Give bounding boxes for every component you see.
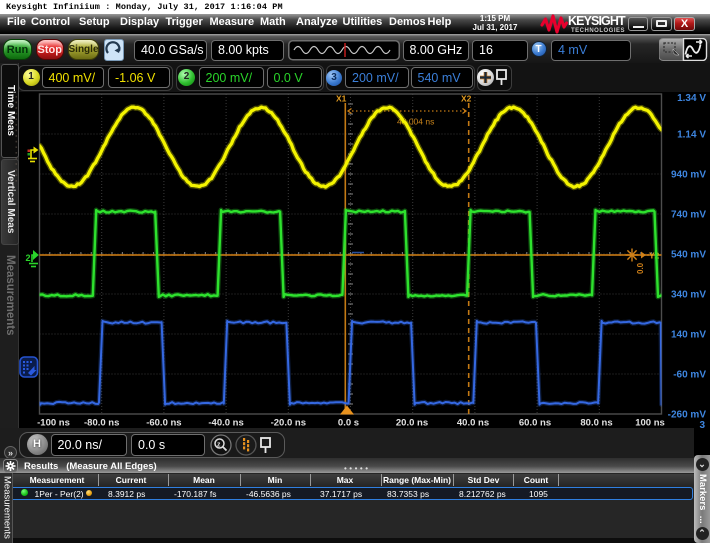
svg-text:KEYSIGHT: KEYSIGHT <box>568 14 626 28</box>
svg-text:100 ns: 100 ns <box>635 418 665 429</box>
svg-text:740 mV: 740 mV <box>671 210 706 221</box>
svg-text:-60.0 ns: -60.0 ns <box>146 418 181 429</box>
svg-text:X2: X2 <box>461 94 472 104</box>
svg-text:-100 ns: -100 ns <box>37 418 70 429</box>
svg-text:-80.0 ns: -80.0 ns <box>84 418 119 429</box>
svg-text:-60 mV: -60 mV <box>673 370 706 381</box>
svg-text:40.0 ns: 40.0 ns <box>457 418 489 429</box>
svg-text:2: 2 <box>26 253 31 263</box>
svg-text:20.0 ns: 20.0 ns <box>396 418 428 429</box>
svg-text:0.0 s: 0.0 s <box>338 418 359 429</box>
svg-text:940 mV: 940 mV <box>671 170 706 181</box>
svg-text:0.0: 0.0 <box>636 262 645 274</box>
svg-text:340 mV: 340 mV <box>671 290 706 301</box>
svg-text:-40.0 ns: -40.0 ns <box>208 418 243 429</box>
svg-text:80.0 ns: 80.0 ns <box>580 418 612 429</box>
svg-text:140 mV: 140 mV <box>671 330 706 341</box>
svg-text:1.34 V: 1.34 V <box>677 93 706 104</box>
svg-text:60.0 ns: 60.0 ns <box>519 418 551 429</box>
svg-text:X1: X1 <box>336 94 347 104</box>
svg-text:z: z <box>217 442 221 449</box>
svg-text:-260 mV: -260 mV <box>668 410 707 421</box>
svg-text:540 mV: 540 mV <box>671 250 706 261</box>
svg-text:-20.0 ns: -20.0 ns <box>271 418 306 429</box>
svg-text:1.14 V: 1.14 V <box>677 130 706 141</box>
svg-text:3: 3 <box>699 420 705 428</box>
